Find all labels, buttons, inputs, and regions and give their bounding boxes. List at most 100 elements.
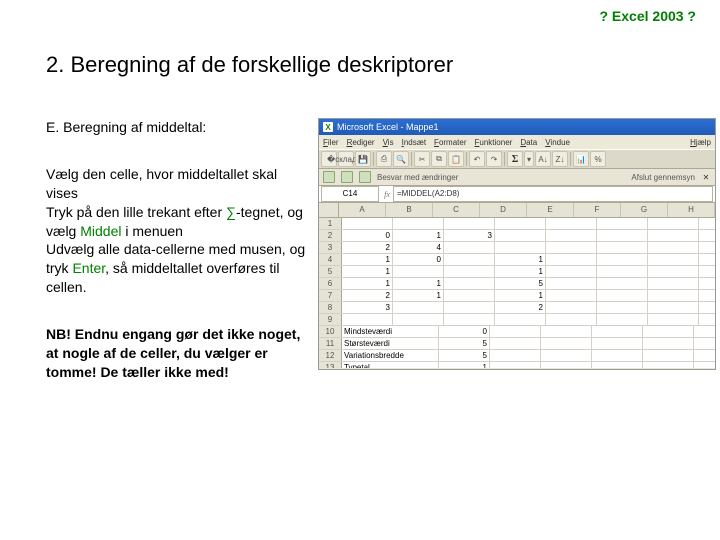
- menu-item[interactable]: Funktioner: [475, 138, 513, 147]
- menu-item[interactable]: Hjælp: [690, 138, 711, 147]
- grid-cell[interactable]: [694, 362, 715, 368]
- grid-cell[interactable]: [546, 278, 597, 289]
- grid-cell[interactable]: 0: [439, 326, 490, 337]
- grid-cell[interactable]: Variationsbredde: [342, 350, 439, 361]
- grid-cell[interactable]: [699, 254, 715, 265]
- grid-cell[interactable]: [490, 338, 541, 349]
- grid-cell[interactable]: 0: [342, 230, 393, 241]
- select-all-corner[interactable]: [319, 203, 339, 217]
- grid-cell[interactable]: [592, 362, 643, 368]
- toolbar-preview-icon[interactable]: 🔍: [393, 151, 409, 167]
- grid-cell[interactable]: [342, 218, 393, 229]
- grid-cell[interactable]: 1: [342, 254, 393, 265]
- grid-cell[interactable]: [597, 254, 648, 265]
- row-header[interactable]: 8: [319, 302, 342, 313]
- grid-cell[interactable]: [393, 314, 444, 325]
- grid-cell[interactable]: [597, 242, 648, 253]
- grid-cell[interactable]: [490, 362, 541, 368]
- grid-cell[interactable]: [592, 350, 643, 361]
- toolbar-sort-desc-icon[interactable]: Z↓: [552, 151, 568, 167]
- grid-cell[interactable]: [541, 350, 592, 361]
- grid-cell[interactable]: [444, 278, 495, 289]
- grid-cell[interactable]: [699, 302, 715, 313]
- grid-cell[interactable]: [541, 362, 592, 368]
- menu-item[interactable]: Indsæt: [402, 138, 426, 147]
- fx-icon[interactable]: fx: [381, 190, 393, 199]
- toolbar-undo-icon[interactable]: ↶: [469, 151, 485, 167]
- column-header[interactable]: A: [339, 203, 386, 217]
- grid-cell[interactable]: [648, 266, 699, 277]
- grid-cell[interactable]: 5: [439, 350, 490, 361]
- grid-cell[interactable]: [643, 350, 694, 361]
- grid-cell[interactable]: Mindsteværdi: [342, 326, 439, 337]
- row-header[interactable]: 12: [319, 350, 342, 361]
- column-header[interactable]: H: [668, 203, 715, 217]
- menu-item[interactable]: Vindue: [545, 138, 570, 147]
- column-header[interactable]: F: [574, 203, 621, 217]
- grid-cell[interactable]: [648, 218, 699, 229]
- grid-cell[interactable]: [699, 278, 715, 289]
- toolbar-copy-icon[interactable]: ⧉: [431, 151, 447, 167]
- grid-cell[interactable]: 2: [342, 242, 393, 253]
- toolbar-zoom-icon[interactable]: %: [590, 151, 606, 167]
- grid-cell[interactable]: [648, 314, 699, 325]
- grid-cell[interactable]: [444, 218, 495, 229]
- grid-cell[interactable]: [699, 290, 715, 301]
- grid-cell[interactable]: 5: [495, 278, 546, 289]
- grid-cell[interactable]: [490, 326, 541, 337]
- row-header[interactable]: 10: [319, 326, 342, 337]
- toolbar-chart-icon[interactable]: 📊: [573, 151, 589, 167]
- grid-cell[interactable]: [648, 242, 699, 253]
- grid-cell[interactable]: 1: [393, 230, 444, 241]
- row-header[interactable]: 1: [319, 218, 342, 229]
- toolbar-print-icon[interactable]: ⎙: [376, 151, 392, 167]
- toolbar-autosum-dropdown-icon[interactable]: ▾: [524, 151, 534, 167]
- toolbar-redo-icon[interactable]: ↷: [486, 151, 502, 167]
- grid-cell[interactable]: [648, 230, 699, 241]
- toolbar-paste-icon[interactable]: 📋: [448, 151, 464, 167]
- row-header[interactable]: 11: [319, 338, 342, 349]
- grid-cell[interactable]: [495, 218, 546, 229]
- grid-cell[interactable]: 2: [495, 302, 546, 313]
- grid-cell[interactable]: [444, 242, 495, 253]
- grid-cell[interactable]: 1: [342, 266, 393, 277]
- grid-cell[interactable]: 1: [393, 290, 444, 301]
- grid-cell[interactable]: [444, 314, 495, 325]
- grid-cell[interactable]: [546, 242, 597, 253]
- row-header[interactable]: 3: [319, 242, 342, 253]
- column-header[interactable]: B: [386, 203, 433, 217]
- grid-cell[interactable]: [444, 254, 495, 265]
- grid-cell[interactable]: [541, 338, 592, 349]
- toolbar-open-icon[interactable]: �складоч: [338, 151, 354, 167]
- grid-cell[interactable]: [597, 302, 648, 313]
- grid-cell[interactable]: [694, 350, 715, 361]
- grid-cell[interactable]: 5: [439, 338, 490, 349]
- grid-cell[interactable]: [546, 290, 597, 301]
- row-header[interactable]: 4: [319, 254, 342, 265]
- grid-cell[interactable]: [342, 314, 393, 325]
- grid-cell[interactable]: [546, 314, 597, 325]
- grid-cell[interactable]: [393, 302, 444, 313]
- menu-item[interactable]: Formater: [434, 138, 466, 147]
- grid-cell[interactable]: [495, 314, 546, 325]
- grid-cell[interactable]: [393, 266, 444, 277]
- grid-cell[interactable]: [699, 266, 715, 277]
- menu-item[interactable]: Data: [520, 138, 537, 147]
- grid-cell[interactable]: 1: [495, 266, 546, 277]
- grid-cell[interactable]: 1: [393, 278, 444, 289]
- grid-cell[interactable]: [643, 362, 694, 368]
- grid-body[interactable]: 12013324410151161157211832910Mindsteværd…: [319, 218, 715, 368]
- grid-cell[interactable]: [597, 218, 648, 229]
- grid-cell[interactable]: [546, 218, 597, 229]
- grid-cell[interactable]: 2: [342, 290, 393, 301]
- menu-item[interactable]: Vis: [383, 138, 394, 147]
- grid-cell[interactable]: Typetal: [342, 362, 439, 368]
- grid-cell[interactable]: [648, 278, 699, 289]
- grid-cell[interactable]: [546, 254, 597, 265]
- grid-cell[interactable]: [643, 338, 694, 349]
- grid-cell[interactable]: 1: [342, 278, 393, 289]
- grid-cell[interactable]: [699, 242, 715, 253]
- grid-cell[interactable]: Størsteværdi: [342, 338, 439, 349]
- grid-cell[interactable]: [490, 350, 541, 361]
- grid-cell[interactable]: 1: [495, 290, 546, 301]
